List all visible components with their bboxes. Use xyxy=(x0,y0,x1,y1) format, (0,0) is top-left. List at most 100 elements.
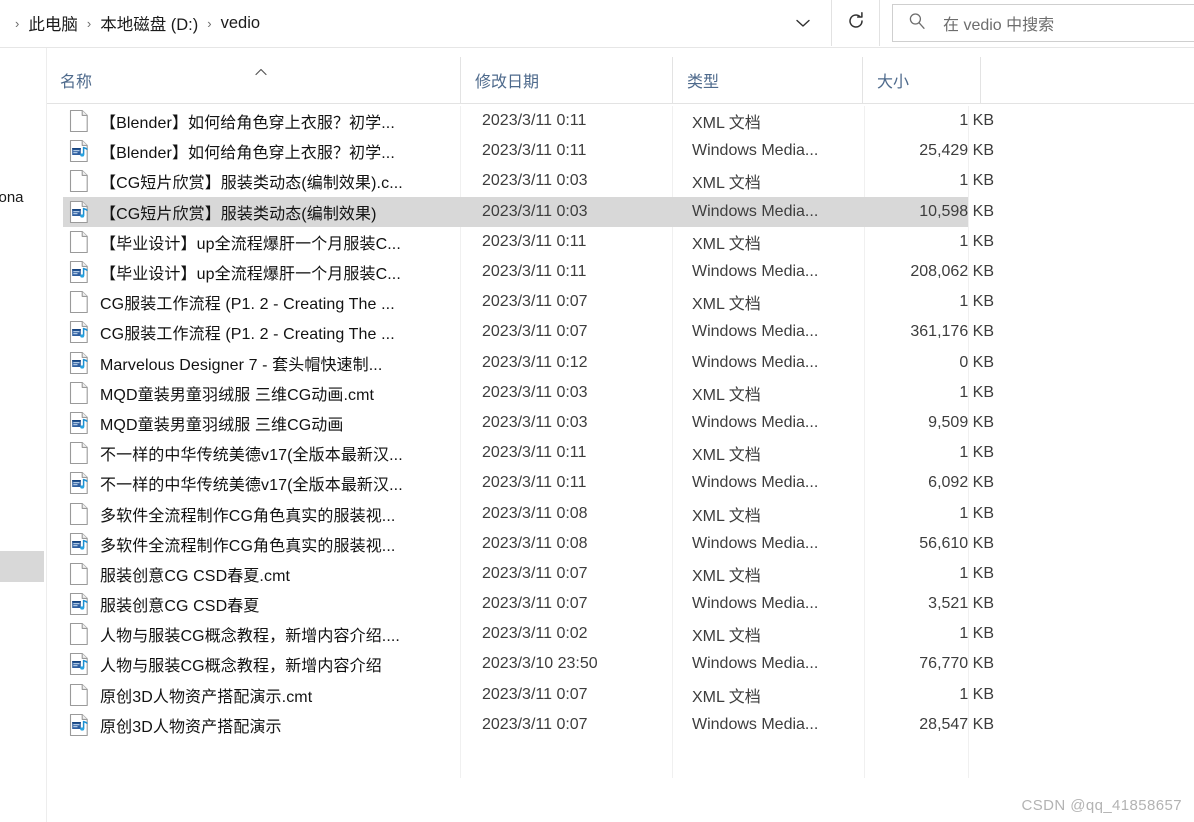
address-bar: › 此电脑 › 本地磁盘 (D:) › vedio 在 vedio 中搜索 xyxy=(0,0,1194,48)
column-header-size-label: 大小 xyxy=(877,74,910,91)
file-name-cell: 【CG短片欣赏】服装类动态(编制效果).c... xyxy=(100,175,403,193)
file-name-cell: 【Blender】如何给角色穿上衣服？初学... xyxy=(100,145,395,163)
breadcrumb-item-this-pc[interactable]: 此电脑 xyxy=(26,9,80,37)
table-row[interactable]: 【CG短片欣赏】服装类动态(编制效果).c... 2023/3/11 0:03 XM… xyxy=(0,166,1194,196)
column-header-date-label: 修改日期 xyxy=(475,74,540,91)
breadcrumb[interactable]: › 此电脑 › 本地磁盘 (D:) › vedio xyxy=(0,0,832,46)
xml-document-icon xyxy=(60,622,98,646)
table-row[interactable]: MQD童装男童羽绒服 三维CG动画.cmt 2023/3/11 0:03 XML 文… xyxy=(0,378,1194,408)
file-size-cell: 1 KB xyxy=(959,232,994,250)
file-name-cell: 服装创意CG CSD春夏 xyxy=(100,598,260,616)
file-size-cell: 1 KB xyxy=(959,112,994,130)
xml-document-icon xyxy=(60,230,98,254)
windows-media-file-icon xyxy=(60,713,98,737)
address-bar-divider xyxy=(0,47,1194,48)
file-name-cell: 多软件全流程制作CG角色真实的服装视... xyxy=(100,537,396,555)
windows-media-file-icon xyxy=(60,411,98,435)
table-row[interactable]: 多软件全流程制作CG角色真实的服装视... 2023/3/11 0:08 XML 文… xyxy=(0,498,1194,528)
file-size-cell: 1 KB xyxy=(959,685,994,703)
table-row[interactable]: 人物与服装CG概念教程，新增内容介绍.... 2023/3/11 0:02 XML … xyxy=(0,619,1194,649)
file-date-cell: 2023/3/11 0:07 xyxy=(482,323,588,341)
refresh-icon xyxy=(846,11,866,36)
table-row[interactable]: 【毕业设计】up全流程爆肝一个月服装C... 2023/3/11 0:11 Wind… xyxy=(0,257,1194,287)
table-row[interactable]: 原创3D人物资产搭配演示.cmt 2023/3/11 0:07 XML 文档 1 KB xyxy=(0,680,1194,710)
file-size-cell: 10,598 KB xyxy=(919,202,994,220)
file-date-cell: 2023/3/11 0:07 xyxy=(482,293,588,311)
table-row[interactable]: 不一样的中华传统美德v17(全版本最新汉... 2023/3/11 0:11 XML… xyxy=(0,438,1194,468)
windows-media-file-icon xyxy=(60,351,98,375)
windows-media-file-icon xyxy=(60,200,98,224)
file-date-cell: 2023/3/11 0:11 xyxy=(482,263,587,281)
file-type-cell: XML 文档 xyxy=(692,628,761,646)
column-header-date[interactable]: 修改日期 xyxy=(460,57,672,103)
table-row[interactable]: 多软件全流程制作CG角色真实的服装视... 2023/3/11 0:08 Windo… xyxy=(0,529,1194,559)
file-type-cell: Windows Media... xyxy=(692,474,819,492)
table-row[interactable]: 人物与服装CG概念教程，新增内容介绍 2023/3/10 23:50 Windows… xyxy=(0,649,1194,679)
file-size-cell: 1 KB xyxy=(959,504,994,522)
file-date-cell: 2023/3/11 0:08 xyxy=(482,504,588,522)
xml-document-icon xyxy=(60,683,98,707)
chevron-down-icon[interactable] xyxy=(793,13,813,33)
file-size-cell: 76,770 KB xyxy=(919,655,994,673)
file-list[interactable]: 【Blender】如何给角色穿上衣服？初学... 2023/3/11 0:11 XM… xyxy=(0,106,1194,778)
navigation-pane-clipped-label[interactable]: rsona xyxy=(0,189,24,206)
file-type-cell: Windows Media... xyxy=(692,655,819,673)
refresh-button[interactable] xyxy=(832,0,880,46)
table-row[interactable]: 原创3D人物资产搭配演示 2023/3/11 0:07 Windows Media.… xyxy=(0,710,1194,740)
file-date-cell: 2023/3/11 0:11 xyxy=(482,232,587,250)
file-date-cell: 2023/3/11 0:11 xyxy=(482,142,587,160)
search-icon xyxy=(907,11,927,36)
column-header-size[interactable]: 大小 xyxy=(862,57,980,103)
table-row[interactable]: CG服装工作流程 (P1. 2 - Creating The ... 2023/3… xyxy=(0,317,1194,347)
file-size-cell: 3,521 KB xyxy=(928,595,994,613)
table-row[interactable]: CG服装工作流程 (P1. 2 - Creating The ... 2023/3… xyxy=(0,287,1194,317)
file-size-cell: 28,547 KB xyxy=(919,715,994,733)
file-type-cell: XML 文档 xyxy=(692,175,761,193)
navigation-pane-selected-item[interactable] xyxy=(0,551,44,582)
file-name-cell: 多软件全流程制作CG角色真实的服装视... xyxy=(100,507,396,525)
search-box[interactable]: 在 vedio 中搜索 xyxy=(892,4,1194,42)
table-row[interactable]: 不一样的中华传统美德v17(全版本最新汉... 2023/3/11 0:11 Win… xyxy=(0,468,1194,498)
breadcrumb-separator-2[interactable]: › xyxy=(200,17,218,30)
xml-document-icon xyxy=(60,381,98,405)
xml-document-icon xyxy=(60,562,98,586)
file-name-cell: 【Blender】如何给角色穿上衣服？初学... xyxy=(100,115,395,133)
column-header-name[interactable]: 名称 xyxy=(46,57,460,103)
file-name-cell: 不一样的中华传统美德v17(全版本最新汉... xyxy=(100,447,403,465)
breadcrumb-item-local-disk-d[interactable]: 本地磁盘 (D:) xyxy=(98,9,200,37)
file-name-cell: MQD童装男童羽绒服 三维CG动画 xyxy=(100,416,344,434)
column-header-spacer xyxy=(980,57,1041,103)
file-type-cell: Windows Media... xyxy=(692,595,819,613)
file-name-cell: MQD童装男童羽绒服 三维CG动画.cmt xyxy=(100,386,375,404)
breadcrumb-separator-0: › xyxy=(15,15,20,31)
table-row[interactable]: 【毕业设计】up全流程爆肝一个月服装C... 2023/3/11 0:11 XML … xyxy=(0,227,1194,257)
table-row[interactable]: Marvelous Designer 7 - 套头帽快速制... 2023/3/1… xyxy=(0,348,1194,378)
table-row[interactable]: 【CG短片欣赏】服装类动态(编制效果) 2023/3/11 0:03 Windows… xyxy=(0,196,1194,227)
table-row[interactable]: 服装创意CG CSD春夏 2023/3/11 0:07 Windows Media.… xyxy=(0,589,1194,619)
table-row[interactable]: 服装创意CG CSD春夏.cmt 2023/3/11 0:07 XML 文档 1 KB xyxy=(0,559,1194,589)
breadcrumb-separator-1[interactable]: › xyxy=(80,17,98,30)
table-row[interactable]: 【Blender】如何给角色穿上衣服？初学... 2023/3/11 0:11 Wi… xyxy=(0,136,1194,166)
file-size-cell: 1 KB xyxy=(959,564,994,582)
windows-media-file-icon xyxy=(60,471,98,495)
file-name-cell: 原创3D人物资产搭配演示.cmt xyxy=(100,688,313,706)
file-size-cell: 9,509 KB xyxy=(928,413,994,431)
file-type-cell: XML 文档 xyxy=(692,386,761,404)
search-input[interactable]: 在 vedio 中搜索 xyxy=(943,11,1054,35)
navigation-pane-strip[interactable] xyxy=(0,48,47,822)
file-name-cell: 【毕业设计】up全流程爆肝一个月服装C... xyxy=(100,235,401,253)
windows-media-file-icon xyxy=(60,320,98,344)
table-row[interactable]: 【Blender】如何给角色穿上衣服？初学... 2023/3/11 0:11 XM… xyxy=(0,106,1194,136)
file-date-cell: 2023/3/11 0:11 xyxy=(482,474,587,492)
table-row[interactable]: MQD童装男童羽绒服 三维CG动画 2023/3/11 0:03 Windows M… xyxy=(0,408,1194,438)
column-header-type[interactable]: 类型 xyxy=(672,57,862,103)
file-type-cell: Windows Media... xyxy=(692,323,819,341)
file-date-cell: 2023/3/11 0:07 xyxy=(482,595,588,613)
file-type-cell: XML 文档 xyxy=(692,507,761,525)
breadcrumb-item-vedio[interactable]: vedio xyxy=(219,12,262,35)
windows-media-file-icon xyxy=(60,532,98,556)
xml-document-icon xyxy=(60,441,98,465)
windows-media-file-icon xyxy=(60,592,98,616)
file-size-cell: 1 KB xyxy=(959,293,994,311)
column-header-row: 名称 修改日期 类型 大小 xyxy=(46,57,1194,104)
